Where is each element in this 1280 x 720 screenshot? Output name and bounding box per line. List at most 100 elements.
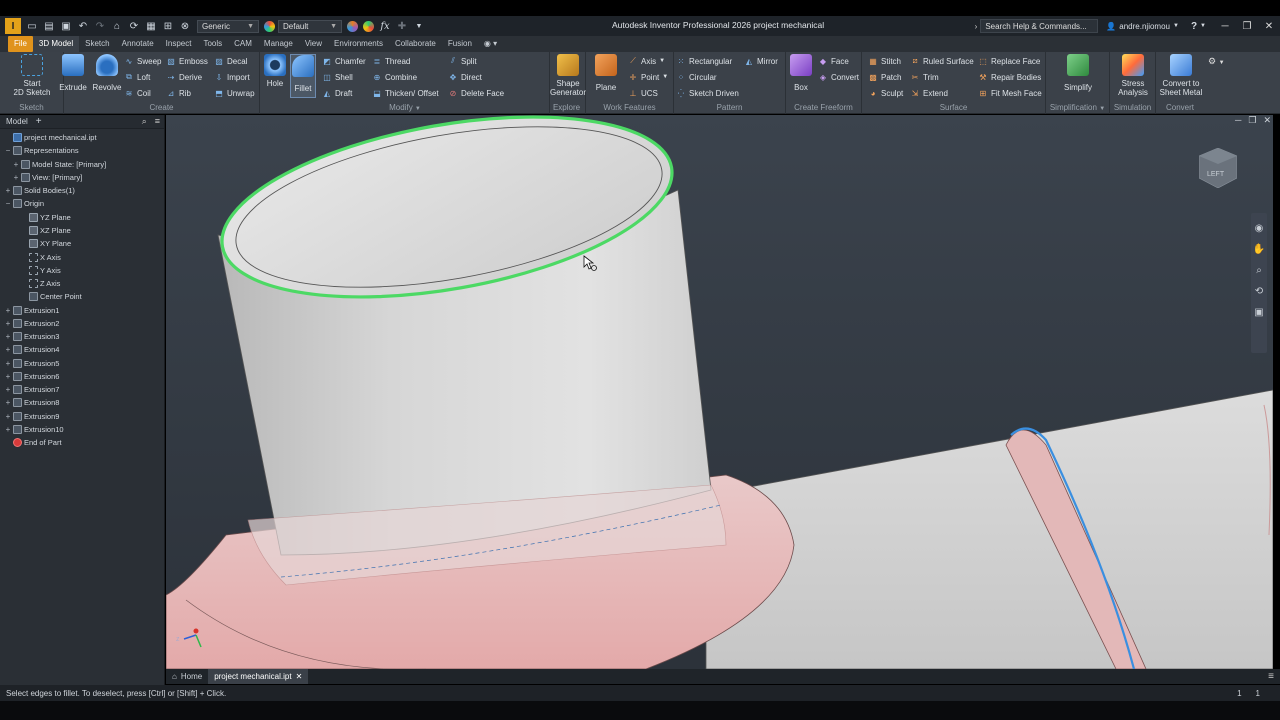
shape-generator-button[interactable]: Shape Generator — [550, 54, 586, 97]
undo-icon[interactable]: ↶ — [77, 20, 89, 32]
steering-wheel-icon[interactable]: ◉ — [1255, 223, 1264, 234]
ribbon-settings-icon[interactable]: ⚙ ▼ — [1208, 56, 1225, 67]
viewcube[interactable]: LEFT — [1198, 147, 1238, 189]
user-menu[interactable]: 👤 andre.njiomou ▼ — [1106, 22, 1179, 31]
browser-menu-icon[interactable]: ≡ — [155, 116, 160, 127]
help-chevron-icon[interactable]: ▼ — [1200, 23, 1206, 29]
inventor-logo-icon[interactable]: I — [5, 18, 21, 34]
appearance-select[interactable]: Default ▼ — [278, 19, 342, 33]
doc-tab-project-mechanical[interactable]: project mechanical.ipt ✕ — [208, 669, 309, 684]
extrude-button[interactable]: Extrude — [59, 54, 87, 92]
tab-menu-icon[interactable]: ≡ — [1268, 671, 1274, 682]
sculpt-button[interactable]: ◕ Sculpt — [868, 88, 904, 98]
stress-analysis-button[interactable]: Stress Analysis — [1114, 54, 1152, 97]
emboss-button[interactable]: ▧ Emboss — [166, 56, 208, 66]
tab-sketch[interactable]: Sketch — [79, 36, 115, 52]
thicken-offset-button[interactable]: ⬓ Thicken/ Offset — [372, 88, 438, 98]
redo-icon[interactable]: ↷ — [94, 20, 106, 32]
thread-button[interactable]: ≣ Thread — [372, 56, 411, 66]
fx-parameters-icon[interactable]: fx — [379, 20, 391, 32]
color-override-icon[interactable] — [347, 20, 358, 32]
browser-node[interactable]: End of Part — [0, 436, 164, 449]
doc-tab-home[interactable]: ⌂ Home — [166, 669, 208, 684]
model-canvas[interactable]: z — [166, 115, 1273, 669]
freeform-face-button[interactable]: ◆ Face — [818, 56, 849, 66]
replace-face-button[interactable]: ⬚ Replace Face — [978, 56, 1040, 66]
tab-tools[interactable]: Tools — [197, 36, 228, 52]
stitch-button[interactable]: ▦ Stitch — [868, 56, 901, 66]
expand-icon[interactable]: + — [4, 385, 12, 394]
browser-node[interactable]: YZ Plane — [0, 211, 164, 224]
browser-node[interactable]: + Extrusion3 — [0, 330, 164, 343]
collapse-icon[interactable]: − — [4, 146, 12, 155]
expand-icon[interactable]: + — [4, 412, 12, 421]
browser-node[interactable]: + View: [Primary] — [0, 171, 164, 184]
customize-dropdown-icon[interactable]: ▼ — [413, 20, 425, 32]
hole-button[interactable]: Import Hole — [262, 54, 288, 88]
expand-icon[interactable]: + — [4, 398, 12, 407]
chevron-down-icon[interactable]: ▼ — [1099, 106, 1105, 112]
minimize-icon[interactable]: ─ — [1214, 21, 1236, 32]
derive-button[interactable]: ⇢ Derive — [166, 72, 202, 82]
axis-button[interactable]: ⟋ Axis ▼ — [628, 56, 665, 66]
expand-icon[interactable]: + — [4, 425, 12, 434]
ruled-surface-button[interactable]: ⧄ Ruled Surface — [910, 56, 973, 66]
browser-node[interactable]: + Extrusion10 — [0, 423, 164, 436]
decal-button[interactable]: ▨ Decal — [214, 56, 247, 66]
close-tab-icon[interactable]: ✕ — [296, 669, 303, 684]
patch-button[interactable]: ▩ Patch — [868, 72, 901, 82]
chevron-down-icon[interactable]: ▼ — [415, 106, 421, 112]
tab-environments[interactable]: Environments — [328, 36, 389, 52]
viewport-minimize-icon[interactable]: ─ — [1235, 115, 1241, 126]
tab-3d-model[interactable]: 3D Model — [32, 36, 80, 52]
simplify-button[interactable]: Simplify — [1062, 54, 1094, 92]
visual-style-select[interactable]: Generic ▼ — [197, 19, 259, 33]
browser-node[interactable]: + Extrusion1 — [0, 303, 164, 316]
point-button[interactable]: ✛ Point ▼ — [628, 72, 669, 82]
clear-appearance-icon[interactable] — [363, 20, 374, 32]
browser-node[interactable]: − Origin — [0, 197, 164, 210]
browser-tab-model[interactable]: Model — [6, 117, 28, 126]
rectangular-pattern-button[interactable]: ⁙ Rectangular — [676, 56, 733, 66]
plane-button[interactable]: Plane — [594, 54, 618, 92]
restore-icon[interactable]: ❐ — [1236, 21, 1258, 32]
browser-node[interactable]: + Extrusion4 — [0, 343, 164, 356]
revolve-button[interactable]: Revolve — [92, 54, 122, 92]
browser-node[interactable]: + Extrusion6 — [0, 370, 164, 383]
browser-add-tab-button[interactable]: + — [36, 116, 42, 127]
browser-node[interactable]: + Solid Bodies(1) — [0, 184, 164, 197]
select-filter-icon[interactable]: ▦ — [145, 20, 157, 32]
repair-bodies-button[interactable]: ⚒ Repair Bodies — [978, 72, 1041, 82]
browser-node[interactable]: + Extrusion8 — [0, 396, 164, 409]
browser-node[interactable]: − Representations — [0, 144, 164, 157]
browser-search-icon[interactable]: ⌕ — [142, 116, 147, 127]
tab-file[interactable]: File — [8, 36, 33, 52]
loft-button[interactable]: ⧉ Loft — [124, 72, 150, 82]
help-search-input[interactable]: Search Help & Commands... — [980, 19, 1099, 33]
browser-node[interactable]: XY Plane — [0, 237, 164, 250]
trim-button[interactable]: ✂ Trim — [910, 72, 939, 82]
browser-node[interactable]: + Model State: [Primary] — [0, 158, 164, 171]
start-2d-sketch-button[interactable]: Start 2D Sketch — [10, 54, 54, 97]
browser-node[interactable]: Y Axis — [0, 264, 164, 277]
pan-icon[interactable]: ✋ — [1253, 244, 1265, 255]
draft-button[interactable]: ◭ Draft — [322, 88, 352, 98]
extend-button[interactable]: ⇲ Extend — [910, 88, 948, 98]
browser-node[interactable]: project mechanical.ipt — [0, 131, 164, 144]
expand-icon[interactable]: + — [4, 332, 12, 341]
freeform-box-button[interactable]: Box — [788, 54, 814, 92]
tab-collaborate[interactable]: Collaborate — [389, 36, 442, 52]
freeform-convert-button[interactable]: ◈ Convert — [818, 72, 859, 82]
browser-node[interactable]: Z Axis — [0, 277, 164, 290]
ribbon-options-icon[interactable]: ◉ ▾ — [478, 36, 503, 52]
shell-button[interactable]: ◫ Shell — [322, 72, 353, 82]
tab-cam[interactable]: CAM — [228, 36, 258, 52]
browser-node[interactable]: + Extrusion9 — [0, 410, 164, 423]
rib-button[interactable]: ⊿ Rib — [166, 88, 191, 98]
sweep-button[interactable]: ∿ Sweep — [124, 56, 162, 66]
browser-node[interactable]: + Extrusion5 — [0, 357, 164, 370]
close-icon[interactable]: ✕ — [1258, 21, 1280, 32]
open-file-icon[interactable]: ▤ — [43, 20, 55, 32]
browser-node[interactable]: X Axis — [0, 250, 164, 263]
tab-view[interactable]: View — [299, 36, 328, 52]
